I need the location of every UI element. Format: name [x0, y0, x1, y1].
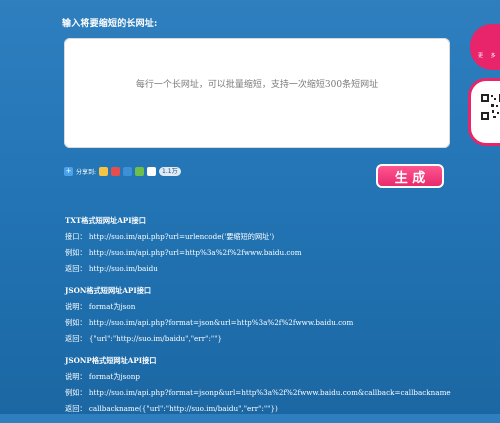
weibo-icon[interactable] [111, 166, 121, 176]
share-bar: + 分享到: 1.1万 [64, 165, 181, 177]
tencent-weibo-icon[interactable] [123, 166, 133, 176]
api-section-txt: TXT格式短网址API接口 接口： http://suo.im/api.php?… [65, 213, 451, 277]
renren-icon[interactable] [135, 166, 145, 176]
page-title: 输入将要缩短的长网址: [62, 19, 158, 29]
generate-button[interactable]: 生 成 [376, 164, 444, 188]
api-line: 例如： http://suo.im/api.php?url=http%3a%2f… [65, 248, 302, 257]
api-section-title: JSON格式短网址API接口 [65, 286, 152, 295]
api-section-jsonp: JSONP格式短网址API接口 说明： format为jsonp 例如： htt… [65, 353, 451, 417]
share-label: 分享到: [76, 168, 97, 176]
api-line: 例如： http://suo.im/api.php?format=json&ur… [65, 318, 354, 327]
share-count-badge: 1.1万 [159, 166, 181, 176]
side-tab-label: 更 多 [478, 53, 499, 59]
api-line: 说明： format为json [65, 302, 136, 311]
api-line: 返回： {"url":"http://suo.im/baidu","err":"… [65, 334, 223, 343]
api-line: 例如： http://suo.im/api.php?format=jsonp&u… [65, 388, 451, 397]
url-placeholder: 每行一个长网址，可以批量缩短，支持一次缩短300条短网址 [135, 80, 379, 90]
api-section-json: JSON格式短网址API接口 说明： format为json 例如： http:… [65, 283, 451, 347]
side-more-tab[interactable]: 更 多 [470, 24, 500, 70]
qr-code-icon [480, 93, 500, 121]
api-docs: TXT格式短网址API接口 接口： http://suo.im/api.php?… [65, 213, 451, 423]
more-share-icon[interactable] [147, 166, 157, 176]
share-logo-icon: + [64, 166, 73, 176]
api-line: 返回： callbackname({"url":"http://suo.im/b… [65, 404, 278, 413]
long-url-textarea[interactable]: 每行一个长网址，可以批量缩短，支持一次缩短300条短网址 [64, 38, 450, 148]
api-section-title: JSONP格式短网址API接口 [65, 356, 157, 365]
api-line: 说明： format为jsonp [65, 372, 140, 381]
api-line: 返回： http://suo.im/baidu [65, 264, 158, 273]
side-qr-card [468, 78, 500, 146]
api-line: 接口： http://suo.im/api.php?url=urlencode(… [65, 232, 275, 241]
api-section-title: TXT格式短网址API接口 [65, 216, 146, 225]
qzone-icon[interactable] [99, 166, 109, 176]
